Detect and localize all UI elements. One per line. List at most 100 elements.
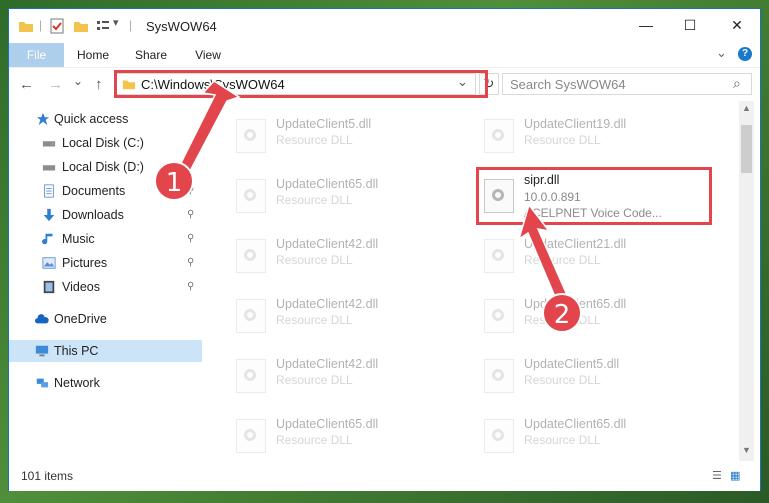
scroll-down-icon[interactable]: ▼ bbox=[742, 445, 751, 455]
file-type: Resource DLL bbox=[276, 313, 353, 327]
pin-icon[interactable]: ⚲ bbox=[187, 276, 194, 298]
ribbon-tabs: File Home Share View ⌄ ? bbox=[9, 43, 760, 91]
new-folder-icon[interactable] bbox=[73, 18, 89, 34]
sidebar-item-videos[interactable]: Videos ⚲ bbox=[9, 276, 202, 298]
file-item[interactable]: UpdateClient65.dll Resource DLL bbox=[202, 413, 442, 461]
search-placeholder: Search SysWOW64 bbox=[510, 77, 626, 92]
pin-icon[interactable]: ⚲ bbox=[187, 204, 194, 226]
computer-icon bbox=[35, 345, 49, 357]
sidebar-item-label: Pictures bbox=[62, 256, 108, 270]
file-item[interactable]: UpdateClient42.dll Resource DLL bbox=[202, 233, 442, 281]
folder-icon bbox=[19, 22, 33, 32]
separator: | bbox=[39, 18, 43, 32]
file-type: Resource DLL bbox=[276, 133, 353, 147]
customize-icon[interactable] bbox=[95, 18, 111, 34]
explorer-window: | ▾ | SysWOW64 — ☐ ✕ File Home Share Vie… bbox=[8, 8, 761, 491]
tab-home[interactable]: Home bbox=[71, 43, 115, 67]
sidebar-item-pictures[interactable]: Pictures ⚲ bbox=[9, 252, 202, 274]
sidebar-item-label: Local Disk (C:) bbox=[62, 136, 144, 150]
music-icon bbox=[42, 233, 53, 245]
dll-file-icon bbox=[236, 299, 266, 333]
dll-file-icon bbox=[236, 239, 266, 273]
minimize-button[interactable]: — bbox=[623, 9, 669, 41]
back-icon[interactable]: ← bbox=[19, 76, 34, 93]
file-name: UpdateClient65.dll bbox=[524, 417, 627, 431]
dll-file-icon bbox=[236, 359, 266, 393]
file-list: UpdateClient5.dll Resource DLL UpdateClie… bbox=[202, 101, 739, 461]
dll-file-icon bbox=[484, 119, 514, 153]
callout-badge-2: 2 bbox=[542, 293, 582, 333]
scroll-up-icon[interactable]: ▲ bbox=[742, 103, 751, 113]
status-bar: 101 items ☰ ▦ bbox=[9, 461, 760, 491]
file-type: Resource DLL bbox=[276, 253, 353, 267]
recent-locations-icon[interactable]: ⌄ bbox=[73, 74, 83, 88]
window-title: SysWOW64 bbox=[146, 19, 217, 34]
file-item[interactable]: UpdateClient42.dll Resource DLL bbox=[202, 293, 442, 341]
large-icons-view-icon[interactable]: ▦ bbox=[730, 469, 740, 482]
file-type: Resource DLL bbox=[276, 193, 353, 207]
sidebar-item-label: Videos bbox=[62, 280, 100, 294]
maximize-button[interactable]: ☐ bbox=[667, 9, 713, 41]
drive-icon bbox=[42, 141, 56, 147]
file-type: Resource DLL bbox=[524, 133, 601, 147]
file-item[interactable]: UpdateClient65.dll Resource DLL bbox=[450, 413, 690, 461]
arrow-annotation-2 bbox=[517, 205, 569, 300]
scrollbar-thumb[interactable] bbox=[741, 125, 752, 173]
close-button[interactable]: ✕ bbox=[714, 9, 760, 41]
pictures-icon bbox=[42, 257, 56, 269]
file-name: UpdateClient5.dll bbox=[276, 117, 372, 131]
file-type: Resource DLL bbox=[276, 433, 353, 447]
separator: | bbox=[129, 18, 133, 32]
help-icon[interactable]: ? bbox=[738, 47, 752, 61]
quick-access-dropdown-icon[interactable]: ▾ bbox=[113, 16, 119, 32]
callout-badge-1: 1 bbox=[154, 161, 194, 201]
file-name: UpdateClient42.dll bbox=[276, 357, 379, 371]
sidebar-item-label: Downloads bbox=[62, 208, 124, 222]
network-icon bbox=[36, 378, 49, 388]
file-name: UpdateClient42.dll bbox=[276, 237, 379, 251]
search-input[interactable]: Search SysWOW64 ⌕ bbox=[502, 73, 752, 95]
star-icon bbox=[36, 112, 50, 126]
sidebar-item-music[interactable]: Music ⚲ bbox=[9, 228, 202, 250]
videos-icon bbox=[43, 280, 55, 294]
tab-view[interactable]: View bbox=[186, 43, 230, 67]
documents-icon bbox=[44, 184, 54, 198]
file-name: UpdateClient5.dll bbox=[524, 357, 620, 371]
file-item[interactable]: UpdateClient19.dll Resource DLL bbox=[450, 113, 690, 161]
pin-icon[interactable]: ⚲ bbox=[187, 252, 194, 274]
properties-icon[interactable] bbox=[49, 18, 65, 34]
sidebar-item-label: Music bbox=[62, 232, 95, 246]
file-type: Resource DLL bbox=[524, 373, 601, 387]
dll-file-icon bbox=[484, 359, 514, 393]
pin-icon[interactable]: ⚲ bbox=[187, 228, 194, 250]
ribbon-expand-icon[interactable]: ⌄ bbox=[716, 45, 727, 61]
dll-file-icon bbox=[236, 419, 266, 453]
file-item[interactable]: UpdateClient5.dll Resource DLL bbox=[450, 353, 690, 401]
file-item[interactable]: UpdateClient42.dll Resource DLL bbox=[202, 353, 442, 401]
download-icon bbox=[43, 208, 55, 222]
cloud-icon bbox=[35, 314, 49, 324]
up-icon[interactable]: ↑ bbox=[95, 76, 103, 93]
search-icon: ⌕ bbox=[733, 75, 741, 91]
sidebar-item-label: This PC bbox=[54, 344, 99, 358]
dll-file-icon bbox=[484, 419, 514, 453]
file-name: UpdateClient65.dll bbox=[276, 177, 379, 191]
sidebar-item-label: Quick access bbox=[54, 112, 129, 126]
file-name: UpdateClient42.dll bbox=[276, 297, 379, 311]
file-type: Resource DLL bbox=[524, 433, 601, 447]
tab-share[interactable]: Share bbox=[129, 43, 173, 67]
sidebar-item-downloads[interactable]: Downloads ⚲ bbox=[9, 204, 202, 226]
drive-icon bbox=[42, 165, 56, 171]
sidebar-item-onedrive[interactable]: OneDrive bbox=[9, 308, 202, 330]
vertical-scrollbar[interactable]: ▲ ▼ bbox=[739, 101, 754, 461]
sidebar-item-this-pc[interactable]: This PC bbox=[9, 340, 202, 362]
sidebar-item-label: Network bbox=[54, 376, 100, 390]
sidebar-item-network[interactable]: Network bbox=[9, 372, 202, 394]
sidebar-item-label: Documents bbox=[62, 184, 126, 198]
title-bar: | ▾ | SysWOW64 — ☐ ✕ bbox=[9, 9, 760, 43]
details-view-icon[interactable]: ☰ bbox=[712, 469, 722, 482]
sidebar-item-label: Local Disk (D:) bbox=[62, 160, 144, 174]
file-type: Resource DLL bbox=[276, 373, 353, 387]
forward-icon[interactable]: → bbox=[48, 76, 63, 93]
file-name: UpdateClient65.dll bbox=[276, 417, 379, 431]
